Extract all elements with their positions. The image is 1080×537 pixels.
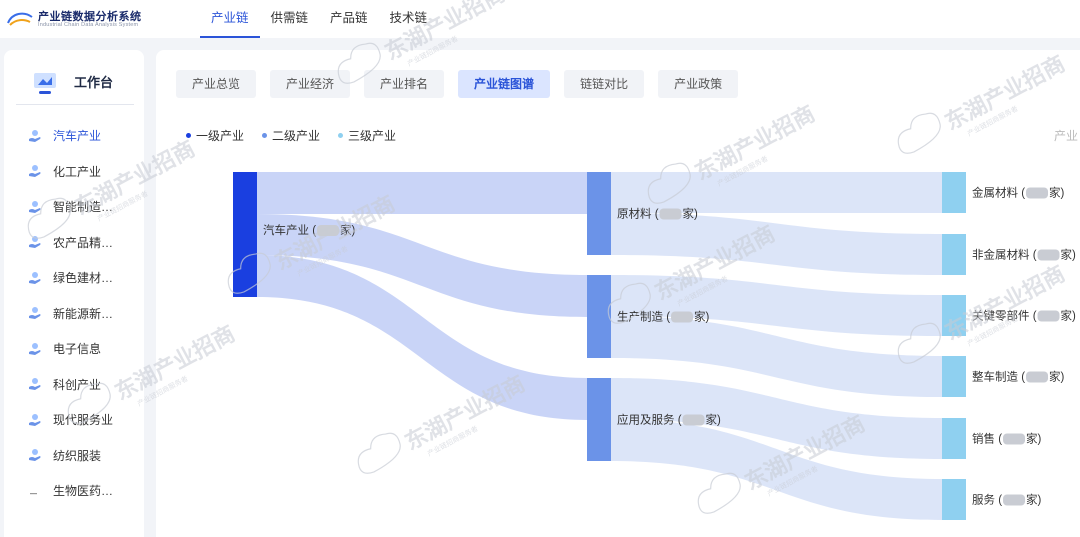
topnav-supply-chain[interactable]: 供需链 <box>260 0 320 38</box>
sidebar-item-label: 农产品精… <box>53 235 114 250</box>
sankey-node-label-svc: 应用及服务 ( <box>617 413 682 427</box>
workbench-header[interactable]: 工作台 <box>4 64 144 104</box>
top-bar: 产业链数据分析系统 Industrial Chain Data Analysis… <box>0 0 1080 38</box>
hand-leaf-icon <box>29 307 41 320</box>
hand-leaf-icon <box>29 378 41 391</box>
sankey-node-unit: 家) <box>1049 370 1064 384</box>
sankey-chart: 汽车产业 ( 家) 原材料 ( 家) 生产制造 ( 家) 应用及服务 ( 家) 金属材料 ( 家)… <box>233 172 1076 520</box>
sankey-node-vehicle[interactable] <box>942 356 966 397</box>
hand-leaf-icon <box>29 200 41 213</box>
sankey-node-service[interactable] <box>942 479 966 520</box>
hand-leaf-icon <box>29 236 41 249</box>
sidebar-item-label: 生物医药… <box>53 484 114 499</box>
sankey-node-label-auto: 汽车产业 ( <box>263 223 316 237</box>
sankey-node-mfg[interactable] <box>587 275 611 358</box>
top-nav: 产业链 供需链 产品链 技术链 <box>200 0 438 38</box>
sankey-node-unit: 家) <box>1049 186 1064 200</box>
sankey-node-label-metal: 金属材料 ( <box>972 186 1025 200</box>
sidebar-item-label: 绿色建材… <box>53 271 114 286</box>
sidebar-item-label: 汽车产业 <box>53 129 102 144</box>
hand-leaf-icon <box>29 271 41 284</box>
cloud-logo-icon <box>7 12 33 26</box>
monitor-icon <box>34 73 56 94</box>
sankey-node-nonmetal[interactable] <box>942 234 966 275</box>
sidebar-item-textile[interactable]: 纺织服装 <box>4 438 144 474</box>
sidebar-item-sci-tech[interactable]: 科创产业 <box>4 367 144 403</box>
sidebar-item-green-building[interactable]: 绿色建材… <box>4 260 144 296</box>
sankey-node-label-vehicle: 整车制造 ( <box>972 370 1025 384</box>
sankey-link-auto-raw[interactable] <box>257 172 587 214</box>
sidebar-item-modern-service[interactable]: 现代服务业 <box>4 402 144 438</box>
hand-leaf-icon <box>29 129 41 142</box>
app-logo[interactable]: 产业链数据分析系统 Industrial Chain Data Analysis… <box>6 6 156 34</box>
app-subtitle: Industrial Chain Data Analysis System <box>38 22 139 28</box>
sidebar-item-label: 科创产业 <box>53 377 102 392</box>
redacted-count <box>682 414 705 426</box>
redacted-count <box>1003 494 1026 506</box>
sankey-node-metal[interactable] <box>942 172 966 213</box>
sidebar-item-label: 智能制造… <box>53 200 114 215</box>
sankey-node-unit: 家) <box>1061 309 1076 323</box>
sidebar-item-label: 纺织服装 <box>53 448 102 463</box>
sankey-node-label-raw: 原材料 ( <box>617 207 659 221</box>
sankey-node-raw[interactable] <box>587 172 611 255</box>
hand-leaf-icon <box>29 342 41 355</box>
sankey-node-unit: 家) <box>1026 432 1041 446</box>
sankey-node-label-mfg: 生产制造 ( <box>617 310 670 324</box>
hand-leaf-icon <box>29 165 41 178</box>
redacted-count <box>1026 187 1049 199</box>
redacted-count <box>659 208 682 220</box>
sidebar-item-new-energy[interactable]: 新能源新… <box>4 296 144 332</box>
redacted-count <box>1003 433 1026 445</box>
dash-icon <box>30 492 37 494</box>
redacted-count <box>1026 371 1049 383</box>
sankey-node-unit: 家) <box>694 310 709 324</box>
sidebar-item-smart-mfg[interactable]: 智能制造… <box>4 189 144 225</box>
sidebar-item-label: 化工产业 <box>53 164 102 179</box>
sankey-node-sales[interactable] <box>942 418 966 459</box>
sidebar-item-electronics[interactable]: 电子信息 <box>4 331 144 367</box>
industry-list: 汽车产业 化工产业 智能制造… 农产品精… 绿色建材… 新能源新… 电子信息 科… <box>4 118 144 509</box>
hand-leaf-icon <box>29 449 41 462</box>
sankey-node-label-nonmetal: 非金属材料 ( <box>972 248 1037 262</box>
sankey-link-raw-metal[interactable] <box>611 172 942 213</box>
sankey-node-svc[interactable] <box>587 378 611 461</box>
redacted-count <box>317 225 340 236</box>
main-panel: 产业总览 产业经济 产业排名 产业链图谱 链链对比 产业政策 一级产业 二级产业… <box>156 50 1080 537</box>
sidebar-item-chemical[interactable]: 化工产业 <box>4 154 144 190</box>
topnav-tech-chain[interactable]: 技术链 <box>379 0 439 38</box>
sidebar-item-label: 电子信息 <box>53 342 102 357</box>
topnav-product-chain[interactable]: 产品链 <box>319 0 379 38</box>
sankey-node-auto[interactable] <box>233 172 257 297</box>
workbench-label: 工作台 <box>74 75 114 90</box>
sankey-node-unit: 家) <box>340 223 355 237</box>
redacted-count <box>671 311 694 323</box>
sankey-link-raw-nonmetal[interactable] <box>611 213 942 275</box>
sankey-node-label-sales: 销售 ( <box>972 432 1002 446</box>
sidebar-item-auto[interactable]: 汽车产业 <box>4 118 144 154</box>
sankey-node-parts[interactable] <box>942 295 966 336</box>
redacted-count <box>1037 249 1060 261</box>
sankey-node-unit: 家) <box>683 207 698 221</box>
sankey-node-unit: 家) <box>1026 493 1041 507</box>
sidebar-item-biomed[interactable]: 生物医药… <box>4 473 144 509</box>
sidebar-item-label: 新能源新… <box>53 306 114 321</box>
sidebar-divider <box>16 104 134 105</box>
sankey-node-unit: 家) <box>706 413 721 427</box>
sidebar: 工作台 汽车产业 化工产业 智能制造… 农产品精… 绿色建材… 新能源新… 电子… <box>4 50 144 537</box>
sidebar-item-label: 现代服务业 <box>53 413 114 428</box>
redacted-count <box>1037 310 1060 322</box>
topnav-industry-chain[interactable]: 产业链 <box>200 0 260 38</box>
hand-leaf-icon <box>29 413 41 426</box>
sankey-node-label-parts: 关键零部件 ( <box>972 309 1037 323</box>
sankey-node-unit: 家) <box>1061 248 1076 262</box>
sidebar-item-agri[interactable]: 农产品精… <box>4 225 144 261</box>
sankey-node-label-service: 服务 ( <box>972 493 1002 507</box>
